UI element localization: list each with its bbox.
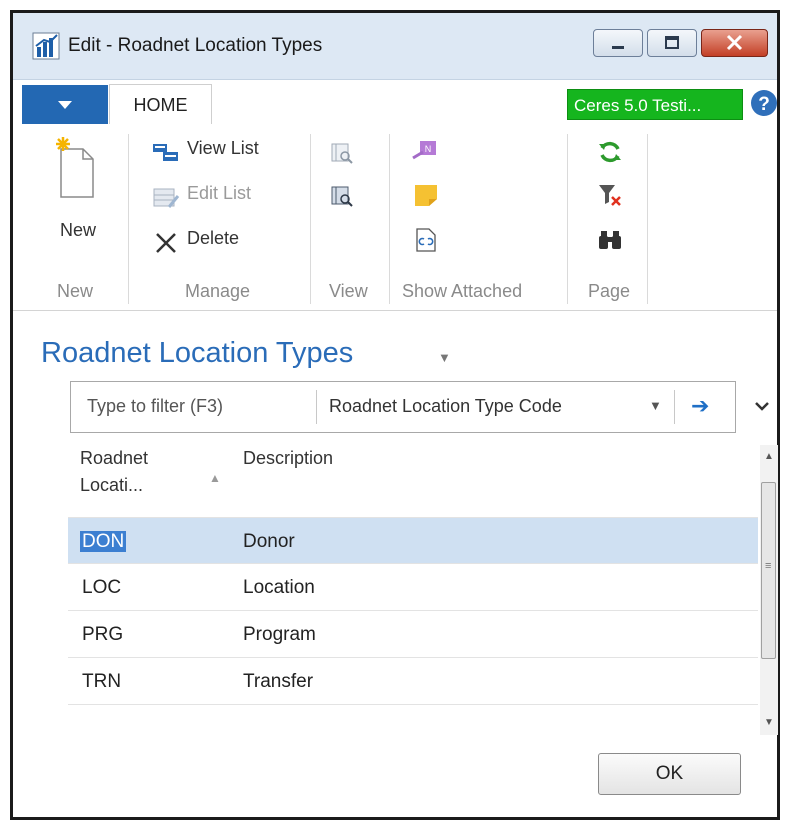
tab-home[interactable]: HOME (109, 84, 212, 124)
scrollbar-thumb[interactable]: ≡ (761, 482, 776, 659)
clear-filter-icon[interactable] (597, 182, 623, 208)
edit-list-icon (153, 188, 180, 208)
svg-text:N: N (425, 144, 432, 154)
vertical-scrollbar[interactable]: ▲ ≡ ▼ (760, 445, 778, 735)
group-separator (567, 134, 568, 304)
page-title: Roadnet Location Types (41, 337, 354, 369)
maximize-icon (665, 36, 679, 49)
column-header-code-line2: Locati... (80, 475, 144, 495)
row-code[interactable]: PRG (82, 624, 123, 646)
row-description[interactable]: Donor (243, 531, 295, 553)
column-header-code[interactable]: Roadnet Locati... (80, 445, 148, 499)
table-row[interactable]: TRN Transfer (68, 658, 758, 705)
edit-list-label: Edit List (187, 183, 252, 203)
row-code[interactable]: TRN (82, 671, 121, 693)
view-icon[interactable] (330, 141, 354, 165)
group-label-page: Page (588, 281, 631, 301)
notes-icon[interactable] (413, 182, 439, 208)
svg-text:?: ? (758, 94, 770, 115)
group-label-view: View (329, 281, 368, 301)
chevron-down-icon[interactable]: ▼ (649, 398, 662, 413)
scroll-up-icon[interactable]: ▲ (764, 451, 774, 462)
dialog-window: Edit - Roadnet Location Types HOME Ceres… (10, 10, 780, 820)
sort-ascending-icon: ▲ (209, 471, 221, 485)
find-binoculars-icon[interactable] (597, 228, 623, 252)
collapse-chevron-icon[interactable] (754, 400, 770, 412)
grip-icon: ≡ (765, 560, 772, 572)
delete-label: Delete (187, 228, 240, 248)
table-row[interactable]: LOC Location (68, 564, 758, 611)
filter-input[interactable]: Type to filter (F3) (87, 396, 223, 417)
delete-x-icon (156, 233, 176, 253)
group-separator (128, 134, 129, 304)
minimize-icon (612, 46, 624, 49)
maximize-button[interactable] (647, 29, 697, 57)
help-icon[interactable]: ? (750, 89, 778, 117)
filter-bar: Type to filter (F3) Roadnet Location Typ… (70, 381, 736, 433)
row-description[interactable]: Program (243, 624, 316, 646)
filter-separator (316, 390, 317, 424)
refresh-icon[interactable] (597, 139, 623, 165)
file-menu-button[interactable] (22, 85, 108, 124)
filter-go-arrow-icon[interactable]: ➔ (691, 393, 709, 419)
row-code[interactable]: DON (80, 531, 127, 553)
column-header-description[interactable]: Description (243, 445, 333, 472)
close-button[interactable] (701, 29, 768, 57)
page-title-dropdown-icon[interactable]: ▼ (438, 350, 451, 365)
group-separator (647, 134, 648, 304)
title-bar: Edit - Roadnet Location Types (13, 13, 777, 80)
row-description[interactable]: Transfer (243, 671, 313, 693)
group-separator (389, 134, 390, 304)
ok-button[interactable]: OK (598, 753, 741, 795)
group-label-show-attached: Show Attached (402, 281, 523, 301)
close-icon (726, 34, 743, 51)
links-icon[interactable] (415, 227, 437, 253)
scroll-down-icon[interactable]: ▼ (764, 717, 774, 728)
view-details-icon[interactable] (330, 184, 354, 208)
group-label-new: New (57, 281, 94, 301)
table-row[interactable]: PRG Program (68, 611, 758, 658)
window-title: Edit - Roadnet Location Types (68, 35, 323, 56)
ribbon-tab-bar: HOME Ceres 5.0 Testi... ? (13, 80, 777, 125)
view-list-icon (153, 144, 178, 161)
onenote-icon[interactable]: N (411, 138, 439, 164)
new-document-icon (56, 137, 94, 198)
row-code[interactable]: LOC (82, 577, 121, 599)
filter-separator (674, 390, 675, 424)
group-separator (310, 134, 311, 304)
new-button-label: New (60, 220, 97, 240)
row-code-text: DON (80, 531, 127, 552)
minimize-button[interactable] (593, 29, 643, 57)
ribbon: New New View List Edit List Delete Manag… (13, 124, 777, 311)
column-header-code-line1: Roadnet (80, 448, 149, 468)
file-menu-arrow-icon (58, 101, 72, 109)
row-description[interactable]: Location (243, 577, 315, 599)
group-label-manage: Manage (185, 281, 251, 301)
view-list-label: View List (187, 138, 259, 158)
company-badge[interactable]: Ceres 5.0 Testi... (567, 89, 743, 120)
app-chart-icon (32, 32, 60, 60)
table-row[interactable]: DON Donor (68, 517, 758, 564)
filter-field-select[interactable]: Roadnet Location Type Code (329, 396, 562, 417)
